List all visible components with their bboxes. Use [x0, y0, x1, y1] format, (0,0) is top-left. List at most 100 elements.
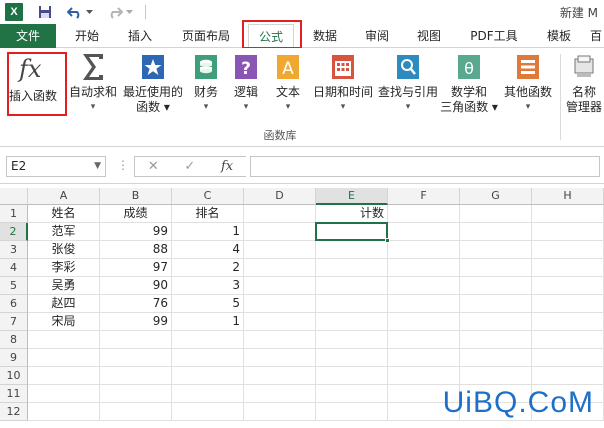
redo-icon[interactable]	[107, 4, 123, 20]
tab-data[interactable]: 数据	[302, 24, 348, 48]
row-header-9[interactable]: 9	[0, 349, 28, 367]
cell-b12[interactable]	[100, 403, 172, 421]
cell-e4[interactable]	[316, 259, 388, 277]
cell-a3[interactable]: 张俊	[28, 241, 100, 259]
cell-c9[interactable]	[172, 349, 244, 367]
cell-d9[interactable]	[244, 349, 316, 367]
tab-review[interactable]: 审阅	[354, 24, 400, 48]
cell-c10[interactable]	[172, 367, 244, 385]
row-header-11[interactable]: 11	[0, 385, 28, 403]
cell-f1[interactable]	[388, 205, 460, 223]
cell-g9[interactable]	[460, 349, 532, 367]
cell-a1[interactable]: 姓名	[28, 205, 100, 223]
cell-g7[interactable]	[460, 313, 532, 331]
cell-h10[interactable]	[532, 367, 604, 385]
cell-b1[interactable]: 成绩	[100, 205, 172, 223]
cell-g3[interactable]	[460, 241, 532, 259]
row-header-6[interactable]: 6	[0, 295, 28, 313]
cell-a4[interactable]: 李彩	[28, 259, 100, 277]
logical-button[interactable]: ? 逻辑 ▾	[228, 52, 264, 115]
cell-b8[interactable]	[100, 331, 172, 349]
cell-a5[interactable]: 吴勇	[28, 277, 100, 295]
cell-e3[interactable]	[316, 241, 388, 259]
cell-a6[interactable]: 赵四	[28, 295, 100, 313]
column-header-h[interactable]: H	[532, 188, 604, 205]
cell-d12[interactable]	[244, 403, 316, 421]
cell-g10[interactable]	[460, 367, 532, 385]
tab-pdf-tools[interactable]: PDF工具	[462, 24, 526, 48]
cell-b11[interactable]	[100, 385, 172, 403]
column-header-f[interactable]: F	[388, 188, 460, 205]
cell-b6[interactable]: 76	[100, 295, 172, 313]
cell-a7[interactable]: 宋局	[28, 313, 100, 331]
cancel-entry-icon[interactable]: ✕	[148, 159, 159, 174]
insert-function-icon[interactable]: fx	[221, 159, 233, 174]
formula-bar-grip-icon[interactable]: ⋮	[117, 158, 129, 172]
cell-b9[interactable]	[100, 349, 172, 367]
column-header-a[interactable]: A	[28, 188, 100, 205]
tab-templates[interactable]: 模板	[536, 24, 582, 48]
cell-g6[interactable]	[460, 295, 532, 313]
lookup-reference-button[interactable]: 查找与引用 ▾	[376, 52, 440, 115]
cell-h1[interactable]	[532, 205, 604, 223]
tab-page-layout[interactable]: 页面布局	[170, 24, 242, 48]
cell-d5[interactable]	[244, 277, 316, 295]
cell-f4[interactable]	[388, 259, 460, 277]
cell-d3[interactable]	[244, 241, 316, 259]
cell-d4[interactable]	[244, 259, 316, 277]
cell-f6[interactable]	[388, 295, 460, 313]
undo-dropdown-icon[interactable]	[85, 4, 93, 20]
cell-h9[interactable]	[532, 349, 604, 367]
cell-g1[interactable]	[460, 205, 532, 223]
cell-e5[interactable]	[316, 277, 388, 295]
cell-h5[interactable]	[532, 277, 604, 295]
cell-f3[interactable]	[388, 241, 460, 259]
date-time-button[interactable]: 日期和时间 ▾	[310, 52, 376, 115]
cell-e12[interactable]	[316, 403, 388, 421]
cell-a8[interactable]	[28, 331, 100, 349]
save-icon[interactable]	[37, 4, 53, 20]
cell-d10[interactable]	[244, 367, 316, 385]
cell-b10[interactable]	[100, 367, 172, 385]
name-box[interactable]: E2 ▼	[6, 156, 106, 177]
cell-f2[interactable]	[388, 223, 460, 241]
cell-e1[interactable]: 计数	[316, 205, 388, 223]
row-header-3[interactable]: 3	[0, 241, 28, 259]
undo-icon[interactable]	[67, 4, 83, 20]
tab-insert[interactable]: 插入	[114, 24, 166, 48]
formula-input[interactable]	[250, 156, 600, 177]
column-header-d[interactable]: D	[244, 188, 316, 205]
tab-view[interactable]: 视图	[406, 24, 452, 48]
cell-e11[interactable]	[316, 385, 388, 403]
column-header-c[interactable]: C	[172, 188, 244, 205]
column-header-b[interactable]: B	[100, 188, 172, 205]
cell-f7[interactable]	[388, 313, 460, 331]
cell-g4[interactable]	[460, 259, 532, 277]
cell-f10[interactable]	[388, 367, 460, 385]
cell-a12[interactable]	[28, 403, 100, 421]
cell-h6[interactable]	[532, 295, 604, 313]
tab-overflow[interactable]: 百	[588, 24, 604, 48]
row-header-7[interactable]: 7	[0, 313, 28, 331]
cell-c3[interactable]: 4	[172, 241, 244, 259]
cell-c7[interactable]: 1	[172, 313, 244, 331]
redo-dropdown-icon[interactable]	[125, 4, 133, 20]
cell-b7[interactable]: 99	[100, 313, 172, 331]
cell-h8[interactable]	[532, 331, 604, 349]
cell-e6[interactable]	[316, 295, 388, 313]
row-header-2[interactable]: 2	[0, 223, 28, 241]
cell-g5[interactable]	[460, 277, 532, 295]
cell-a9[interactable]	[28, 349, 100, 367]
cell-c1[interactable]: 排名	[172, 205, 244, 223]
text-functions-button[interactable]: A 文本 ▾	[270, 52, 306, 115]
cell-c4[interactable]: 2	[172, 259, 244, 277]
row-header-12[interactable]: 12	[0, 403, 28, 421]
cell-h4[interactable]	[532, 259, 604, 277]
fill-handle[interactable]	[385, 238, 390, 243]
cell-d1[interactable]	[244, 205, 316, 223]
cell-e8[interactable]	[316, 331, 388, 349]
column-header-e[interactable]: E	[316, 188, 388, 205]
cell-d8[interactable]	[244, 331, 316, 349]
row-header-5[interactable]: 5	[0, 277, 28, 295]
cell-d2[interactable]	[244, 223, 316, 241]
